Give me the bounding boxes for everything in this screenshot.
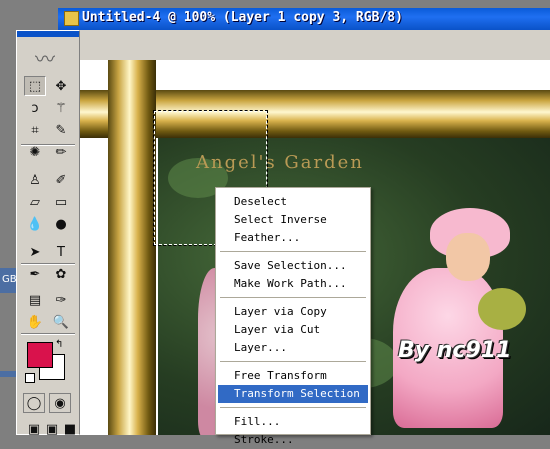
magic-wand-tool-icon[interactable]: ⚚ bbox=[50, 98, 72, 118]
screen-mode-full-icon[interactable]: ■ bbox=[59, 419, 81, 439]
zoom-tool-icon[interactable]: 🔍 bbox=[50, 312, 72, 332]
menu-item-layer-via-cut[interactable]: Layer via Cut bbox=[218, 321, 368, 339]
blur-tool-icon[interactable]: 💧 bbox=[24, 214, 46, 234]
dodge-tool-icon[interactable]: ● bbox=[50, 214, 72, 234]
menu-item-stroke[interactable]: Stroke... bbox=[218, 431, 368, 449]
notes-tool-icon[interactable]: ▤ bbox=[24, 290, 46, 310]
document-title: Untitled-4 @ 100% (Layer 1 copy 3, RGB/8… bbox=[82, 10, 403, 25]
toolbox-divider bbox=[21, 333, 75, 335]
rectangular-marquee-tool-icon[interactable]: ⬚ bbox=[24, 76, 46, 96]
history-brush-tool-icon[interactable]: ✐ bbox=[50, 170, 72, 190]
toolbox-divider bbox=[21, 263, 75, 265]
path-selection-tool-icon[interactable]: ➤ bbox=[24, 242, 46, 262]
gold-frame-vertical bbox=[108, 60, 156, 435]
lasso-tool-icon[interactable]: ↄ bbox=[24, 98, 46, 118]
clone-stamp-tool-icon[interactable]: ♙ bbox=[24, 170, 46, 190]
slice-tool-icon[interactable]: ✎ bbox=[50, 120, 72, 140]
toolbox-divider bbox=[21, 144, 75, 146]
menu-item-layer-via-copy[interactable]: Layer via Copy bbox=[218, 303, 368, 321]
menu-item-feather[interactable]: Feather... bbox=[218, 229, 368, 247]
crop-tool-icon[interactable]: ⌗ bbox=[24, 120, 46, 140]
context-menu: Deselect Select Inverse Feather... Save Sel… bbox=[215, 187, 371, 446]
photoshop-document-icon bbox=[64, 11, 79, 26]
quick-mask-mode-icon[interactable]: ◉ bbox=[49, 393, 71, 413]
type-tool-icon[interactable]: T bbox=[50, 242, 72, 262]
toolbox: 〰 ⬚ ✥ ↄ ⚚ ⌗ ✎ ✺ ✏ ♙ ✐ ▱ ▭ 💧 ● ➤ T ✒ ✿ ▤ ✑ ✋ 🔍 ↰ ◯ ◉ ▣ ▣ ■ bbox=[16, 30, 80, 437]
menu-item-free-transform[interactable]: Free Transform bbox=[218, 367, 368, 385]
menu-separator bbox=[220, 297, 366, 298]
move-tool-icon[interactable]: ✥ bbox=[50, 76, 72, 96]
document-title-bar[interactable]: Untitled-4 @ 100% (Layer 1 copy 3, RGB/8… bbox=[58, 8, 550, 30]
menu-separator bbox=[220, 251, 366, 252]
pen-tool-icon[interactable]: ✒ bbox=[24, 264, 46, 284]
menu-item-transform-selection[interactable]: Transform Selection bbox=[218, 385, 368, 403]
doll-head bbox=[478, 288, 526, 330]
default-colors-icon[interactable] bbox=[25, 373, 35, 383]
standard-mode-icon[interactable]: ◯ bbox=[23, 393, 45, 413]
eyedropper-tool-icon[interactable]: ✑ bbox=[50, 290, 72, 310]
menu-separator bbox=[220, 407, 366, 408]
feather-logo-icon[interactable]: 〰 bbox=[35, 43, 73, 71]
gradient-tool-icon[interactable]: ▭ bbox=[50, 192, 72, 212]
swap-colors-icon[interactable]: ↰ bbox=[55, 339, 63, 350]
menu-item-fill[interactable]: Fill... bbox=[218, 413, 368, 431]
menu-item-make-work-path[interactable]: Make Work Path... bbox=[218, 275, 368, 293]
menu-separator bbox=[220, 361, 366, 362]
menu-item-layer[interactable]: Layer... bbox=[218, 339, 368, 357]
hand-tool-icon[interactable]: ✋ bbox=[24, 312, 46, 332]
girl-face bbox=[446, 233, 490, 281]
foreground-color-swatch[interactable] bbox=[27, 342, 53, 368]
menu-item-save-selection[interactable]: Save Selection... bbox=[218, 257, 368, 275]
menu-item-deselect[interactable]: Deselect bbox=[218, 193, 368, 211]
custom-shape-tool-icon[interactable]: ✿ bbox=[50, 264, 72, 284]
eraser-tool-icon[interactable]: ▱ bbox=[24, 192, 46, 212]
canvas-signature: By nc911 bbox=[398, 338, 512, 363]
menu-item-select-inverse[interactable]: Select Inverse bbox=[218, 211, 368, 229]
toolbox-title-bar[interactable] bbox=[17, 31, 79, 37]
